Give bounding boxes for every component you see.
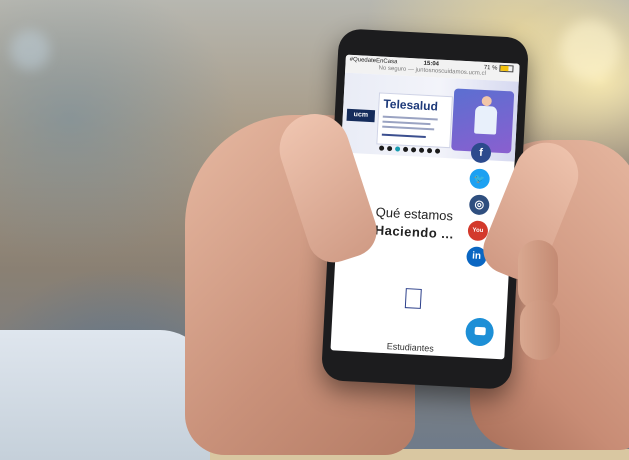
clock: 15:04 [423, 60, 440, 68]
twitter-icon[interactable]: 🐦 [469, 168, 491, 190]
instagram-icon[interactable]: ◎ [468, 194, 490, 216]
shirt-sleeve [0, 330, 210, 460]
bokeh-light [10, 30, 50, 70]
section-heading: Qué estamos [375, 204, 454, 224]
section-subheading: Haciendo ... [374, 222, 455, 242]
chat-icon [474, 326, 486, 336]
students-link[interactable]: Estudiantes [387, 341, 434, 353]
finger [520, 300, 560, 360]
image-placeholder [404, 288, 422, 309]
banner-title: Telesalud [383, 96, 439, 114]
doctor-figure [474, 105, 498, 135]
hero-banner[interactable]: ucm Telesalud [340, 72, 519, 162]
bokeh-light [560, 20, 620, 80]
chat-button[interactable] [464, 317, 495, 347]
ucm-logo: ucm [346, 108, 376, 123]
telesalud-card: Telesalud [376, 92, 453, 149]
